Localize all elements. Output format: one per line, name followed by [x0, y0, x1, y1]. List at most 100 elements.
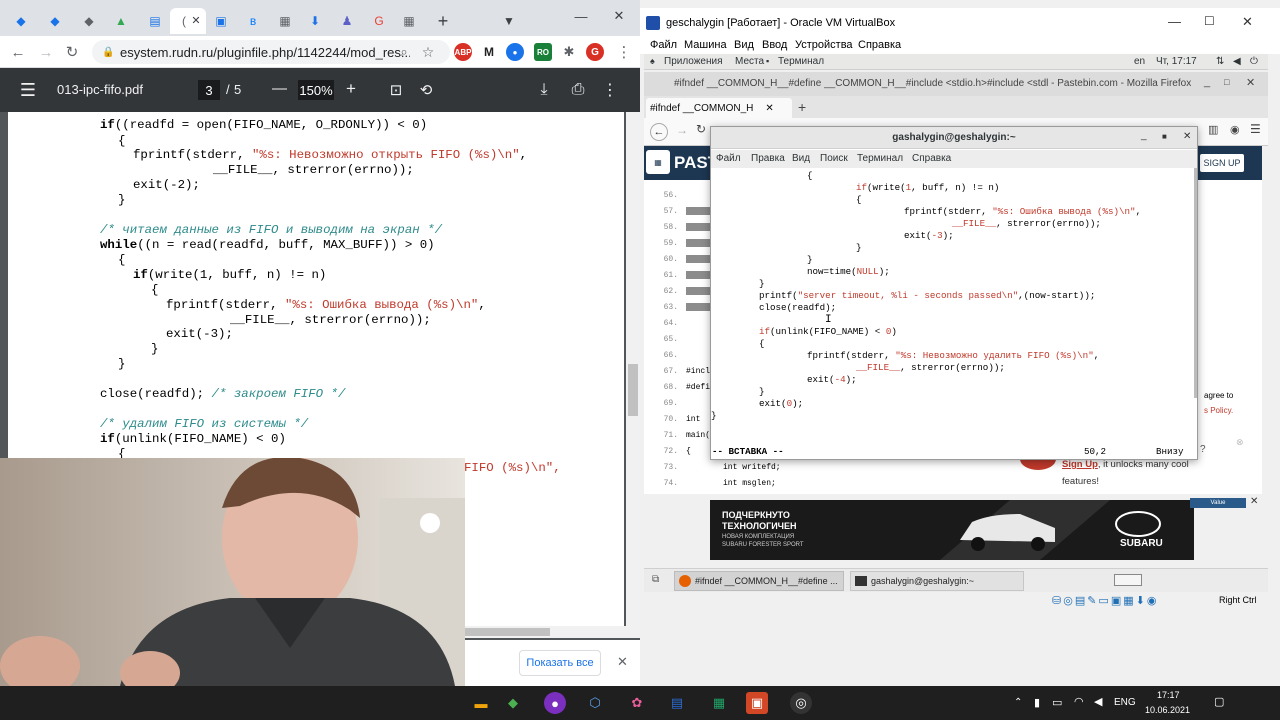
keyboard-layout[interactable]: en: [1134, 56, 1145, 67]
minimize-icon[interactable]: —: [1168, 14, 1181, 29]
print-icon[interactable]: ⎙: [566, 78, 590, 102]
page-number-input[interactable]: 3: [198, 80, 220, 100]
profile-avatar[interactable]: G: [586, 43, 604, 61]
taskbar-terminal-button[interactable]: gashalygin@geshalygin:~: [850, 571, 1024, 591]
terminal-menu-edit[interactable]: Правка: [751, 153, 785, 164]
vbox-menu-view[interactable]: Вид: [734, 39, 754, 51]
sidebar-icon[interactable]: ▥: [1208, 123, 1218, 136]
tab-4[interactable]: ▣: [206, 8, 236, 34]
workspace-switcher[interactable]: [1114, 574, 1142, 586]
close-icon[interactable]: ✕: [1242, 14, 1253, 30]
excel-icon[interactable]: ▦: [708, 692, 730, 714]
close-window-button[interactable]: ✕: [604, 6, 634, 26]
show-all-button[interactable]: Показать все: [519, 650, 601, 676]
zoom-level-input[interactable]: 150%: [298, 80, 334, 100]
tab-3[interactable]: ◆: [74, 8, 104, 34]
minimize-button[interactable]: —: [566, 6, 596, 26]
adblock-extension-icon[interactable]: ABP: [454, 43, 472, 61]
download-icon[interactable]: ⤓: [532, 78, 556, 102]
vbox-menu-file[interactable]: Файл: [650, 39, 677, 51]
terminal-menu-search[interactable]: Поиск: [820, 153, 848, 164]
vbox-menu-input[interactable]: Ввод: [762, 39, 787, 51]
obs-icon[interactable]: ◎: [790, 692, 812, 714]
tab-1[interactable]: ◆: [6, 8, 36, 34]
close-icon[interactable]: ✕: [1246, 76, 1255, 89]
taskbar-date[interactable]: 10.06.2021: [1145, 705, 1190, 715]
scroll-thumb[interactable]: [628, 364, 638, 416]
maximize-icon[interactable]: ■: [1162, 132, 1167, 141]
vbox-menu-help[interactable]: Справка: [858, 39, 901, 51]
terminal-menu-help[interactable]: Справка: [912, 153, 951, 164]
close-icon[interactable]: ✕: [765, 103, 773, 114]
tab-google[interactable]: G: [364, 8, 394, 34]
tab-close-icon[interactable]: ✕: [190, 14, 202, 27]
recorder-icon[interactable]: ▣: [746, 692, 768, 714]
bookmark-star-icon[interactable]: ☆: [416, 40, 440, 64]
pdf-horizontal-scrollbar[interactable]: [464, 626, 640, 638]
forward-button[interactable]: →: [34, 40, 58, 64]
paint-icon[interactable]: ✿: [626, 692, 648, 714]
close-ad-icon[interactable]: ✕: [1250, 496, 1258, 507]
privacy-policy-link[interactable]: s Policy.: [1204, 406, 1233, 415]
close-icon[interactable]: ✕: [1183, 131, 1191, 142]
mic-icon[interactable]: ▮: [1034, 696, 1040, 709]
account-icon[interactable]: ◉: [1230, 123, 1240, 136]
close-popup-icon[interactable]: ⊗: [1236, 437, 1244, 448]
media-player-icon[interactable]: ●: [544, 692, 566, 714]
back-button[interactable]: ←: [6, 40, 30, 64]
extensions-puzzle-icon[interactable]: ✱: [560, 43, 578, 61]
show-desktop-icon[interactable]: ⧉: [652, 574, 659, 585]
tab-vk[interactable]: в: [238, 8, 268, 34]
forward-button[interactable]: →: [676, 123, 688, 137]
tab-drive[interactable]: ▲: [106, 8, 136, 34]
input-language[interactable]: ENG: [1114, 697, 1136, 708]
zoom-out-button[interactable]: —: [272, 80, 287, 97]
minimize-icon[interactable]: _: [1141, 130, 1147, 141]
file-explorer-icon[interactable]: ▬: [470, 692, 492, 714]
pdf-more-icon[interactable]: ⋮: [598, 78, 622, 102]
pdf-sidebar-menu-icon[interactable]: ☰: [16, 78, 40, 102]
terminal-scrollbar[interactable]: [1194, 168, 1197, 398]
vbox-menu-devices[interactable]: Устройства: [795, 39, 853, 51]
reload-button[interactable]: ↻: [60, 40, 84, 64]
app-icon[interactable]: ◆: [502, 692, 524, 714]
notifications-icon[interactable]: ▢: [1214, 695, 1224, 708]
taskbar-firefox-button[interactable]: #ifndef __COMMON_H__#define ...: [674, 571, 844, 591]
chrome-menu-icon[interactable]: ⋮: [612, 40, 636, 64]
extension-ro-icon[interactable]: RO: [534, 43, 552, 61]
vbox-menu-machine[interactable]: Машина: [684, 39, 727, 51]
signup-link[interactable]: Sign Up: [1062, 459, 1098, 470]
tab-docs[interactable]: ▤: [140, 8, 170, 34]
firefox-menu-icon[interactable]: ☰: [1250, 122, 1261, 136]
new-tab-button[interactable]: +: [428, 8, 458, 34]
extension-m-icon[interactable]: M: [480, 43, 498, 61]
minimize-icon[interactable]: _: [1204, 76, 1210, 88]
maximize-icon[interactable]: ☐: [1204, 14, 1215, 28]
pdf-vertical-scrollbar[interactable]: [626, 112, 640, 627]
tab-download[interactable]: ⬇: [300, 8, 330, 34]
tab-5[interactable]: ▦: [270, 8, 300, 34]
volume-icon[interactable]: ◀: [1233, 56, 1241, 67]
back-button[interactable]: ←: [650, 123, 668, 141]
close-download-bar-icon[interactable]: ✕: [617, 654, 628, 670]
fit-page-icon[interactable]: ⊡: [384, 78, 408, 102]
zoom-icon[interactable]: ⌕: [392, 40, 416, 64]
tray-chevron-up-icon[interactable]: ⌃: [1014, 697, 1022, 708]
network-icon[interactable]: ▭: [1052, 696, 1062, 709]
maximize-icon[interactable]: □: [1224, 77, 1229, 87]
terminal-menu-file[interactable]: Файл: [716, 153, 741, 164]
scroll-thumb[interactable]: [464, 628, 550, 636]
gnome-places-menu[interactable]: Места: [735, 56, 764, 67]
firefox-tab[interactable]: #ifndef __COMMON_H ✕: [646, 98, 792, 118]
gnome-clock[interactable]: Чт, 17:17: [1156, 56, 1197, 67]
tab-6[interactable]: ▦: [394, 8, 424, 34]
taskbar-time[interactable]: 17:17: [1157, 690, 1180, 700]
power-icon[interactable]: ⏻: [1250, 56, 1258, 67]
volume-icon[interactable]: ◀: [1094, 695, 1102, 708]
signup-button[interactable]: SIGN UP: [1200, 154, 1244, 172]
word-icon[interactable]: ▤: [666, 692, 688, 714]
extension-globe-icon[interactable]: ●: [506, 43, 524, 61]
new-tab-button[interactable]: +: [798, 99, 806, 115]
subaru-advertisement[interactable]: ПОДЧЕРКНУТО ТЕХНОЛОГИЧЕН НОВАЯ КОМПЛЕКТА…: [710, 500, 1194, 560]
gnome-terminal-menu[interactable]: Терминал: [778, 56, 824, 67]
